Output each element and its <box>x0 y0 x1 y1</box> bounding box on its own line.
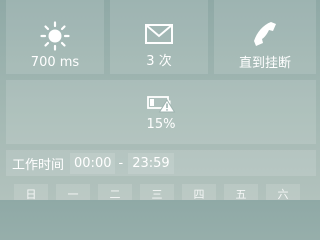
time-separator: - <box>118 155 124 171</box>
mail-icon <box>145 23 173 44</box>
day-label: 日 <box>25 188 37 200</box>
vibration-duration-label: 700 ms <box>30 54 80 70</box>
day-label: 二 <box>109 188 121 200</box>
day-toggle-thu[interactable]: 四 <box>182 184 216 200</box>
weekday-selector: 日 一 二 三 四 五 六 <box>6 184 316 200</box>
day-label: 四 <box>193 188 205 200</box>
ring-until-tile[interactable]: 直到挂断 <box>214 0 316 74</box>
vibration-duration-tile[interactable]: 700 ms <box>6 0 104 74</box>
work-end-time[interactable]: 23:59 <box>128 152 174 174</box>
day-toggle-mon[interactable]: 一 <box>56 184 90 200</box>
day-label: 三 <box>151 188 163 200</box>
repeat-count-label: 3 次 <box>146 53 172 69</box>
day-label: 六 <box>277 188 289 200</box>
day-label: 一 <box>67 188 79 200</box>
day-toggle-sun[interactable]: 日 <box>14 184 48 200</box>
day-toggle-fri[interactable]: 五 <box>224 184 258 200</box>
phone-icon <box>254 21 276 46</box>
ring-until-label: 直到挂断 <box>238 55 291 71</box>
battery-threshold-tile[interactable]: 15% <box>6 80 316 144</box>
work-time-label: 工作时间 <box>12 157 65 173</box>
work-time-row: 工作时间 00:00 - 23:59 <box>6 150 316 176</box>
sun-icon <box>40 20 70 51</box>
day-label: 五 <box>235 188 247 200</box>
day-toggle-wed[interactable]: 三 <box>140 184 174 200</box>
day-toggle-sat[interactable]: 六 <box>266 184 300 200</box>
battery-threshold-label: 15% <box>146 116 176 132</box>
day-toggle-tue[interactable]: 二 <box>98 184 132 200</box>
repeat-count-tile[interactable]: 3 次 <box>110 0 208 74</box>
work-start-time[interactable]: 00:00 <box>70 152 116 174</box>
battery-warning-icon <box>147 95 176 112</box>
